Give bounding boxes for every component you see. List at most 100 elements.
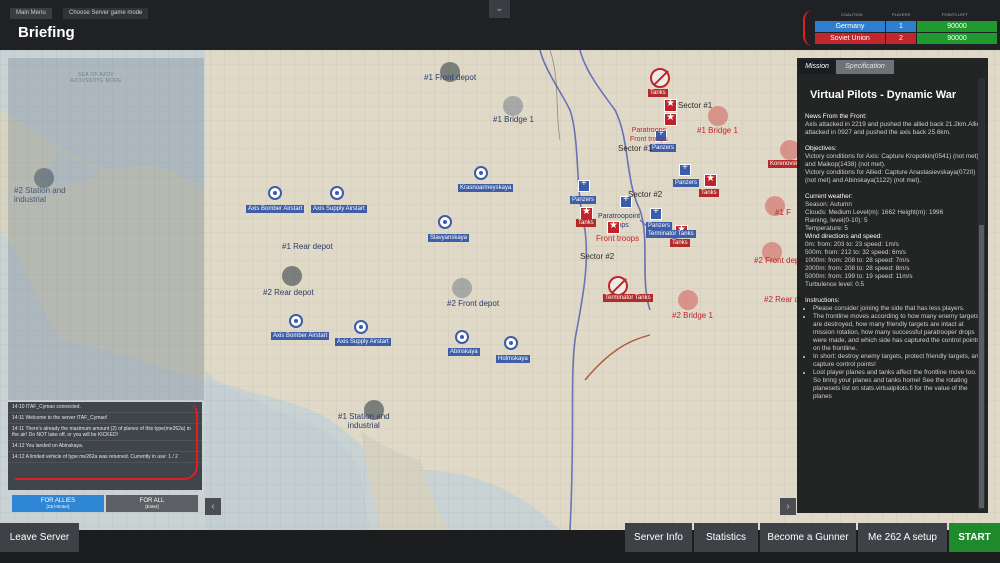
red-annotation-underline <box>15 478 185 480</box>
map-tag-krasnoarmeyskaya: Krasnoarmeyskaya <box>458 184 514 192</box>
soviet-unit-icon[interactable] <box>704 173 717 187</box>
weather-temperature: Temperature: 5 <box>805 225 848 232</box>
map-label-front-troops: Front troops <box>596 234 640 243</box>
news-heading: News From the Front: <box>805 113 867 120</box>
airfield-marker[interactable] <box>474 166 488 180</box>
map-tag-tanks: Tanks <box>648 89 668 97</box>
tab-mission[interactable]: Mission <box>799 60 835 74</box>
breadcrumb-main-menu[interactable]: Main Menu <box>10 8 52 19</box>
breadcrumb-choose-server[interactable]: Choose Server game mode <box>63 8 149 19</box>
map-label-sector-1-left: Sector #1 <box>618 144 653 153</box>
aircraft-setup-button[interactable]: Me 262 A setup <box>858 523 947 552</box>
red-annotation-bracket <box>803 10 813 46</box>
coalition-name: Soviet Union <box>815 33 885 44</box>
leave-server-button[interactable]: Leave Server <box>0 523 79 552</box>
chat-message: 14:11 Welcome to the server ITAF_Cymao! <box>8 413 202 424</box>
map-tag-panzers: Panzers <box>650 144 677 152</box>
map-label-front-depot-1: #1 Front depot <box>424 73 477 82</box>
chevron-down-icon[interactable]: ⌄ <box>489 0 510 18</box>
red-annotation-curve <box>182 404 198 480</box>
airfield-marker[interactable] <box>330 186 344 200</box>
map-label-sector-2: Sector #2 <box>628 190 663 199</box>
objectives-heading: Objectives: <box>805 145 837 152</box>
chat-message: 14:12 A limited vehicle of type me262a w… <box>8 452 202 463</box>
map-tag-holmskaya: Holmskaya <box>496 355 530 363</box>
chat-log[interactable]: 14:10 ITAF_Cymao connected. 14:11 Welcom… <box>8 402 202 490</box>
airfield-marker[interactable] <box>504 336 518 350</box>
bridge-icon[interactable] <box>503 96 523 116</box>
players-header: PLAYERS <box>892 12 911 17</box>
news-text: Axis attacked in 2219 and pushed the all… <box>805 121 984 136</box>
weather-heading: Current weather: <box>805 193 853 200</box>
mission-briefing-text: News From the Front: Axis attacked in 22… <box>805 113 985 401</box>
map-tag-axis-supply-2: Axis Supply Airstart <box>335 338 391 346</box>
airfield-marker[interactable] <box>268 186 282 200</box>
map-tag-tanks: Tanks <box>576 219 596 227</box>
map-tag-korenovsk: Korenovsk <box>768 160 801 168</box>
objectives-axis: Victory conditions for Axis: Capture Kro… <box>805 153 979 168</box>
for-allies-button[interactable]: FOR ALLIES [Ctrl+Enter] <box>12 495 104 512</box>
map-label-sector-1: Sector #1 <box>678 101 713 110</box>
map-tag-axis-bomber-2: Axis Bomber Airstart <box>271 332 330 340</box>
depot-icon[interactable] <box>452 278 472 298</box>
soviet-unit-icon[interactable] <box>664 112 677 126</box>
map-label-sector-2-low: Sector #2 <box>580 252 615 261</box>
page-title: Briefing <box>18 24 75 41</box>
briefing-scrollbar-thumb[interactable] <box>979 225 984 508</box>
wind-heading: Wind directions and speed: <box>805 233 883 240</box>
map-label-front-troops-top: Paratroops Front troops <box>630 127 668 143</box>
chevron-left-icon[interactable]: ‹ <box>205 498 221 515</box>
wind-row: 0m: from: 203 to: 23 speed: 1m/s <box>805 241 899 248</box>
destroyed-target-icon[interactable] <box>608 276 628 296</box>
wind-row: 2000m: from: 208 to: 28 speed: 8m/s <box>805 265 910 272</box>
map-label-station-1: #1 Station and industrial <box>338 412 390 430</box>
soviet-objective-icon[interactable] <box>708 106 728 126</box>
tab-specification[interactable]: Specification <box>836 60 894 74</box>
panzer-unit-icon[interactable] <box>679 162 691 176</box>
map-label-front-short: #1 F <box>775 208 792 217</box>
points-left: 90000 <box>917 21 997 32</box>
map-tag-axis-bomber: Axis Bomber Airstart <box>246 205 305 213</box>
coalition-name: Germany <box>815 21 885 32</box>
instructions-list: Please consider joining the side that ha… <box>805 305 985 401</box>
map-tag-tanks: Tanks <box>670 239 690 247</box>
start-button[interactable]: START <box>949 523 1000 552</box>
mission-title: Virtual Pilots - Dynamic War <box>810 89 957 101</box>
map-label-bridge-1-red: #1 Bridge 1 <box>697 126 738 135</box>
weather-clouds: Clouds: Medium Level(m): 1662 Height(m):… <box>805 209 944 216</box>
airfield-marker[interactable] <box>289 314 303 328</box>
chevron-right-icon[interactable]: › <box>780 498 796 515</box>
depot-icon[interactable] <box>282 266 302 286</box>
airfield-marker[interactable] <box>455 330 469 344</box>
airfield-marker[interactable] <box>438 215 452 229</box>
map-tag-panzers: Panzers <box>570 196 597 204</box>
players-count: 2 <box>886 33 916 44</box>
map-tag-axis-supply: Axis Supply Airstart <box>311 205 367 213</box>
map-tag-panzers: Panzers <box>673 179 700 187</box>
map-label-bridge-2-red: #2 Bridge 1 <box>672 311 713 320</box>
become-gunner-button[interactable]: Become a Gunner <box>760 523 856 552</box>
weather-raining: Raining, level(0-10): 5 <box>805 217 868 224</box>
soviet-unit-icon[interactable] <box>607 220 620 234</box>
soviet-unit-icon[interactable] <box>664 98 677 112</box>
map-label-bridge-1: #1 Bridge 1 <box>493 115 534 124</box>
panzer-unit-icon[interactable] <box>578 178 590 192</box>
instructions-heading: Instructions: <box>805 297 840 304</box>
airfield-marker[interactable] <box>354 320 368 334</box>
weather-season: Season: Autumn <box>805 201 852 208</box>
soviet-objective-icon[interactable] <box>678 290 698 310</box>
coalition-row-germany: Germany 1 90000 <box>815 21 997 32</box>
chat-message: 14:11 There's already the maximum amount… <box>8 424 202 441</box>
map-tag-terminator: Terminator Tanks <box>646 230 696 238</box>
panzer-unit-icon[interactable] <box>650 206 662 220</box>
for-allies-hint: [Ctrl+Enter] <box>46 504 70 509</box>
coalition-row-soviet: Soviet Union 2 90000 <box>815 33 997 44</box>
server-info-button[interactable]: Server Info <box>625 523 692 552</box>
for-all-hint: [Enter] <box>145 504 159 509</box>
destroyed-target-icon[interactable] <box>650 68 670 88</box>
statistics-button[interactable]: Statistics <box>694 523 758 552</box>
coalition-header: COALITION <box>841 12 863 17</box>
map-label-rear-depot-2: #2 Rear depot <box>263 288 314 297</box>
for-all-button[interactable]: FOR ALL [Enter] <box>106 495 198 512</box>
map-tag-panzers: Panzers <box>646 222 673 230</box>
